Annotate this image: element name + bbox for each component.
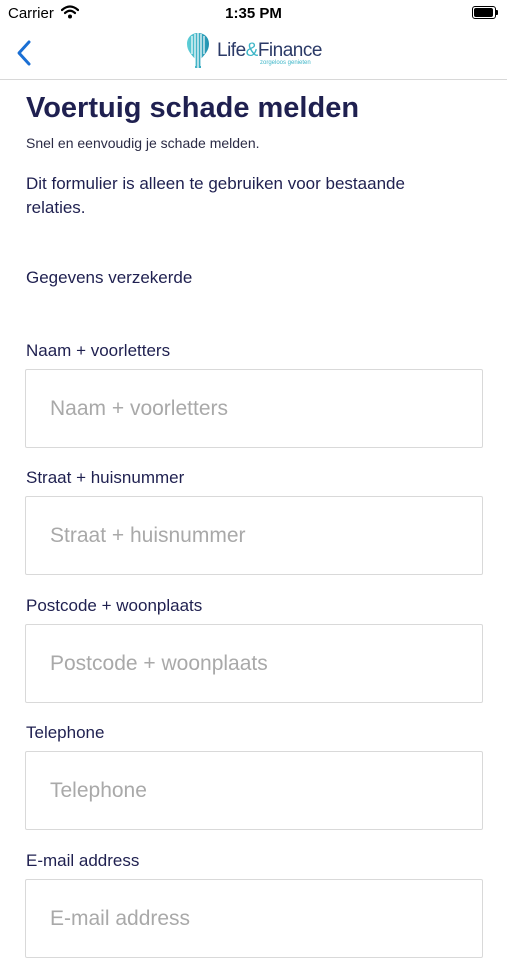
name-field-group: Naam + voorletters [25,340,483,448]
page-title: Voertuig schade melden [26,92,360,124]
section-heading-insured: Gegevens verzekerde [26,268,193,287]
status-bar: Carrier 1:35 PM [0,0,507,28]
telephone-label: Telephone [26,723,105,742]
logo-text-amp: & [245,40,259,61]
street-input[interactable] [25,496,483,575]
name-input[interactable] [25,369,483,448]
logo-text-finance: Finance [257,40,323,61]
email-label: E-mail address [26,851,140,870]
postcode-field-group: Postcode + woonplaats [25,595,483,703]
clock: 1:35 PM [225,5,282,22]
navigation-bar: Life&Finance zorgeloos genieten [0,28,507,80]
email-input[interactable] [25,879,483,958]
brand-logo: Life&Finance zorgeloos genieten [186,32,326,72]
battery-icon [472,6,498,19]
logo-text-life: Life [217,40,246,61]
postcode-input[interactable] [25,624,483,703]
logo-tagline: zorgeloos genieten [260,60,311,66]
postcode-label: Postcode + woonplaats [26,596,203,615]
email-field-group: E-mail address [25,850,483,958]
street-field-group: Straat + huisnummer [25,467,483,575]
notice-text: Dit formulier is alleen te gebruiken voo… [26,174,405,217]
telephone-field-group: Telephone [25,722,483,830]
telephone-input[interactable] [25,751,483,830]
logo-mark-icon [187,33,209,68]
chevron-left-icon [17,40,31,66]
logo-wordmark: Life&Finance [217,40,322,62]
name-label: Naam + voorletters [26,341,171,360]
street-label: Straat + huisnummer [26,468,185,487]
page-subtitle: Snel en eenvoudig je schade melden. [26,135,260,151]
back-button[interactable] [10,36,40,70]
